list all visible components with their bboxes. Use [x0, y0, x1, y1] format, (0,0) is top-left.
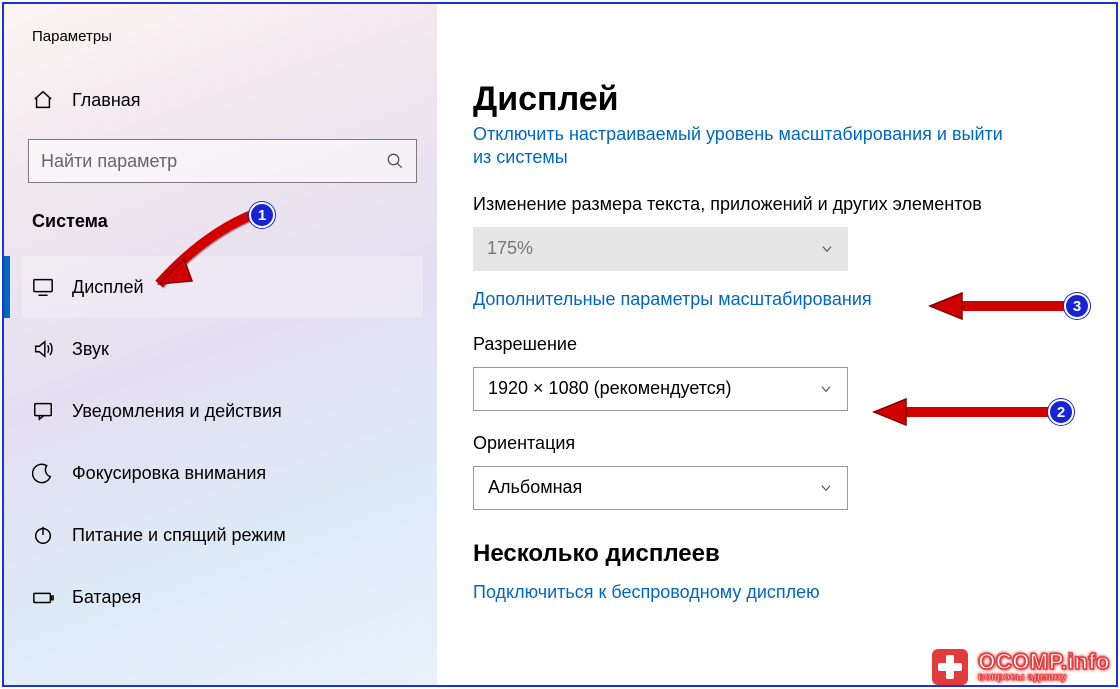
watermark-sub: вопросы админу: [978, 673, 1110, 684]
annotation-arrow-3: [922, 288, 1082, 328]
sidebar-item-battery[interactable]: Батарея: [22, 566, 423, 628]
chevron-down-icon: [819, 481, 833, 495]
sidebar-item-label: Батарея: [72, 587, 141, 608]
annotation-badge-2: 2: [1048, 399, 1074, 425]
battery-icon: [32, 586, 54, 608]
window-title: Параметры: [22, 22, 423, 59]
sidebar: Параметры Главная: [4, 4, 437, 685]
search-input[interactable]: [41, 151, 386, 172]
resolution-dropdown[interactable]: 1920 × 1080 (рекомендуется): [473, 367, 848, 411]
sidebar-item-label: Дисплей: [72, 277, 144, 298]
chevron-down-icon: [819, 382, 833, 396]
sidebar-item-label: Звук: [72, 339, 109, 360]
content-area: Дисплей Отключить настраиваемый уровень …: [437, 4, 1116, 685]
sidebar-item-label: Фокусировка внимания: [72, 463, 266, 484]
search-icon: [386, 152, 404, 170]
orientation-label: Ориентация: [473, 433, 1033, 454]
annotation-badge-3: 3: [1064, 293, 1090, 319]
sidebar-item-label: Уведомления и действия: [72, 401, 282, 422]
multi-display-heading: Несколько дисплеев: [473, 540, 1033, 568]
page-title: Дисплей: [473, 80, 1033, 119]
scale-dropdown[interactable]: 175%: [473, 227, 848, 271]
watermark: OCOMP.info вопросы админу: [932, 649, 1116, 685]
sidebar-item-notifications[interactable]: Уведомления и действия: [22, 380, 423, 442]
signout-scaling-link[interactable]: Отключить настраиваемый уровень масштаби…: [473, 123, 1033, 170]
power-icon: [32, 524, 54, 546]
orientation-value: Альбомная: [488, 477, 582, 498]
chevron-down-icon: [820, 242, 834, 256]
scale-label: Изменение размера текста, приложений и д…: [473, 194, 1033, 215]
watermark-main: OCOMP.info: [978, 650, 1110, 673]
orientation-dropdown[interactable]: Альбомная: [473, 466, 848, 510]
moon-icon: [32, 462, 54, 484]
annotation-arrow-2: [866, 394, 1066, 434]
sidebar-item-sound[interactable]: Звук: [22, 318, 423, 380]
home-icon: [32, 89, 54, 111]
resolution-value: 1920 × 1080 (рекомендуется): [488, 378, 732, 399]
settings-window: Параметры Главная: [2, 2, 1118, 687]
scale-value: 175%: [487, 238, 533, 259]
sidebar-item-focus[interactable]: Фокусировка внимания: [22, 442, 423, 504]
monitor-icon: [32, 276, 54, 298]
search-box[interactable]: [28, 139, 417, 183]
sidebar-item-label: Питание и спящий режим: [72, 525, 286, 546]
wireless-display-link[interactable]: Подключиться к беспроводному дисплею: [473, 582, 1033, 603]
annotation-badge-1: 1: [249, 202, 275, 228]
speaker-icon: [32, 338, 54, 360]
sidebar-item-power[interactable]: Питание и спящий режим: [22, 504, 423, 566]
home-button[interactable]: Главная: [22, 79, 423, 121]
resolution-label: Разрешение: [473, 334, 1033, 355]
home-label: Главная: [72, 90, 141, 111]
plus-icon: [932, 649, 968, 685]
message-icon: [32, 400, 54, 422]
